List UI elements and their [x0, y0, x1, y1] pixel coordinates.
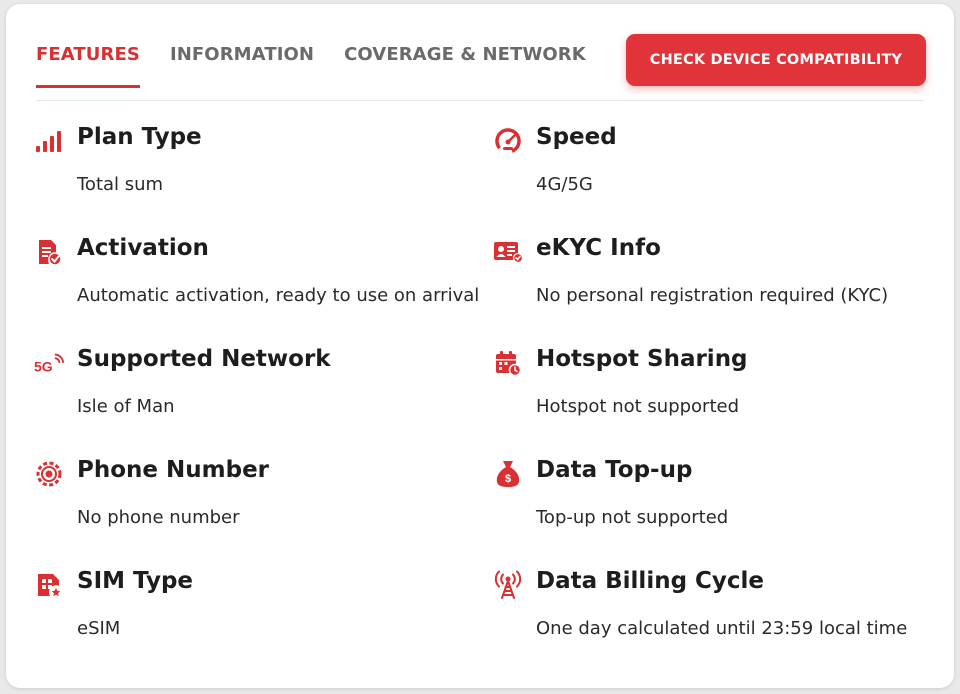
feature-value: No personal registration required (KYC): [536, 285, 889, 306]
sim-card-icon: [34, 570, 64, 600]
feature-value: One day calculated until 23:59 local tim…: [536, 618, 908, 639]
svg-text:$: $: [505, 473, 511, 485]
feature-title: Speed: [536, 124, 617, 150]
id-card-icon: [493, 237, 523, 267]
feature-value: No phone number: [77, 507, 240, 528]
tab-coverage-network[interactable]: COVERAGE & NETWORK: [344, 44, 586, 88]
speedometer-icon: [493, 126, 523, 156]
feature-title: Phone Number: [77, 457, 270, 483]
feature-value: 4G/5G: [536, 174, 593, 195]
feature-title: SIM Type: [77, 568, 194, 594]
feature-value: eSIM: [77, 618, 121, 639]
feature-title: Supported Network: [77, 346, 331, 372]
document-check-icon: [34, 237, 64, 267]
feature-value: Hotspot not supported: [536, 396, 740, 417]
tab-features[interactable]: FEATURES: [36, 44, 140, 88]
tab-divider: [36, 100, 924, 101]
gear-phone-icon: [34, 459, 64, 489]
features-card: FEATURES INFORMATION COVERAGE & NETWORK …: [6, 4, 954, 688]
5g-badge-text: 5G: [34, 358, 53, 374]
calendar-icon: [493, 348, 523, 378]
feature-title: eKYC Info: [536, 235, 661, 261]
feature-title: Plan Type: [77, 124, 202, 150]
feature-title: Data Top-up: [536, 457, 693, 483]
check-device-compatibility-button[interactable]: CHECK DEVICE COMPATIBILITY: [626, 34, 926, 86]
feature-value: Automatic activation, ready to use on ar…: [77, 285, 480, 306]
feature-value: Isle of Man: [77, 396, 175, 417]
feature-title: Data Billing Cycle: [536, 568, 765, 594]
feature-title: Activation: [77, 235, 209, 261]
signal-bars-icon: [34, 126, 64, 156]
feature-value: Top-up not supported: [536, 507, 729, 528]
tab-information[interactable]: INFORMATION: [170, 44, 314, 88]
money-bag-icon: $: [493, 459, 523, 489]
antenna-tower-icon: [493, 570, 523, 600]
tab-bar: FEATURES INFORMATION COVERAGE & NETWORK: [36, 44, 586, 88]
feature-value: Total sum: [77, 174, 164, 195]
feature-title: Hotspot Sharing: [536, 346, 748, 372]
5g-icon: 5G: [34, 348, 64, 378]
